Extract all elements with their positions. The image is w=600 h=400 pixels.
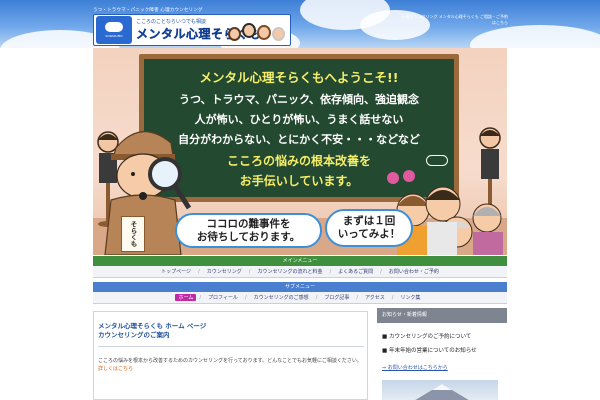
- nav-item-counseling[interactable]: カウンセリング: [203, 268, 246, 275]
- cloud-decoration: [470, 25, 600, 48]
- nav-item-access[interactable]: アクセス: [361, 294, 389, 301]
- divider: [98, 346, 364, 347]
- sidebar-news-item[interactable]: ■ 年末年始の営業についてのお知らせ: [377, 346, 507, 354]
- nav-item-profile[interactable]: プロフィール: [204, 294, 242, 301]
- board-symptom-text: うつ、トラウマ、パニック、依存傾向、強迫観念: [178, 93, 420, 106]
- header-contact-text: 心理カウンセリング メンタル心理そらくも ご相談・ご予約はこちら: [401, 14, 508, 25]
- cloud-logo-icon: SORAKUMO: [96, 16, 132, 44]
- nav-item-top[interactable]: トップページ: [157, 268, 195, 275]
- mountain-photo: [382, 380, 498, 400]
- sub-menu: ホーム / プロフィール / カウンセリングのご感想 / ブログ記事 / アクセス / リ…: [93, 292, 507, 304]
- sidebar: お知らせ・新着情報 ■ カウンセリングのご予約について ■ 年末年始の営業につい…: [377, 308, 507, 400]
- main-body-text: こころの悩みを根本から改善するためのカウンセリングを行っております。どんなことで…: [98, 358, 362, 372]
- details-link[interactable]: 詳しくはこちら: [98, 366, 133, 372]
- nav-item-links[interactable]: リンク集: [396, 294, 424, 301]
- nav-item-flow-price[interactable]: カウンセリングの流れと料金: [253, 268, 326, 275]
- page-title: メンタル心理そらくも ホーム ページ カウンセリングのご案内: [98, 322, 207, 339]
- sidebar-news-item[interactable]: ■ カウンセリングのご予約について: [377, 332, 507, 340]
- nav-item-blog[interactable]: ブログ記事: [320, 294, 353, 301]
- nav-item-reviews[interactable]: カウンセリングのご感想: [250, 294, 313, 301]
- main-menu: トップページ / カウンセリング / カウンセリングの流れと料金 / よくあるご質問 /…: [93, 266, 507, 278]
- logo-people-illustration: [226, 17, 290, 45]
- nav-item-faq[interactable]: よくあるご質問: [334, 268, 377, 275]
- nav-item-home-active[interactable]: ホーム: [175, 294, 197, 301]
- sidebar-contact-link[interactable]: ⇒ お問い合わせはこちらから: [377, 364, 507, 371]
- board-welcome-text: メンタル心理そらくもへようこそ!!: [199, 70, 399, 85]
- speech-bubble-right: まずは１回 いってみよ！: [325, 209, 413, 247]
- header-sky-background: [0, 0, 600, 48]
- sub-menu-title-bar: サブメニュー: [93, 282, 507, 292]
- cloud-icon: [426, 155, 448, 166]
- nav-item-contact[interactable]: お問い合わせ・ご予約: [385, 268, 443, 275]
- header-tagline: うつ・トラウマ・パニック障害 心理カウンセリング: [93, 8, 203, 13]
- speech-bubble-left: ココロの難事件を お待ちしております。: [175, 213, 322, 248]
- main-content: メンタル心理そらくも ホーム ページ カウンセリングのご案内 こころの悩みを根本…: [93, 311, 368, 400]
- sidebar-heading: お知らせ・新着情報: [377, 308, 507, 323]
- main-menu-title-bar: メインメニュー: [93, 256, 507, 266]
- hero-banner: メンタル心理そらくもへようこそ!! うつ、トラウマ、パニック、依存傾向、強迫観念…: [93, 48, 507, 255]
- site-logo[interactable]: SORAKUMO こころのことならいつでも相談 メンタル心理そらくも: [93, 14, 291, 46]
- name-sign: そらくも: [121, 216, 145, 252]
